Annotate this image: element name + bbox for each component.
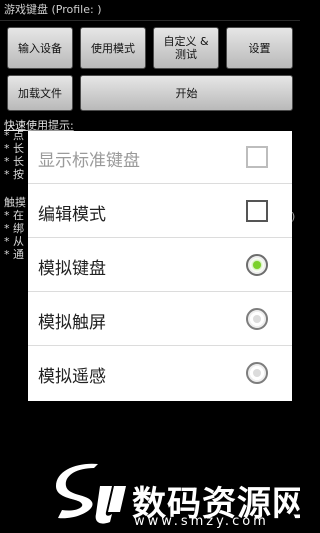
hint-line: * 点 bbox=[4, 129, 24, 142]
use-mode-button[interactable]: 使用模式 bbox=[80, 27, 146, 69]
title-bar: 游戏键盘 (Profile: ) bbox=[0, 0, 300, 21]
hint-line: * 绑 bbox=[4, 222, 24, 235]
option-simulate-keyboard[interactable]: 模拟键盘 bbox=[28, 239, 292, 292]
option-simulate-touch[interactable]: 模拟触屏 bbox=[28, 293, 292, 346]
option-show-standard-keyboard[interactable]: 显示标准键盘 bbox=[28, 131, 292, 184]
simulate-touch-radio[interactable] bbox=[246, 308, 268, 330]
option-label: 编辑模式 bbox=[38, 205, 106, 225]
radio-dot bbox=[253, 315, 261, 323]
watermark-logo-icon bbox=[56, 463, 126, 524]
edit-mode-checkbox[interactable] bbox=[246, 200, 268, 222]
screen: 游戏键盘 (Profile: ) 输入设备 使用模式 自定义 & 测试 设置 加… bbox=[0, 0, 300, 533]
option-simulate-joystick[interactable]: 模拟遥感 bbox=[28, 347, 292, 400]
option-label: 模拟触屏 bbox=[38, 313, 106, 333]
hint-line: * 按 bbox=[4, 168, 24, 181]
custom-test-button[interactable]: 自定义 & 测试 bbox=[153, 27, 219, 69]
load-file-button[interactable]: 加载文件 bbox=[7, 75, 73, 111]
simulate-keyboard-radio[interactable] bbox=[246, 254, 268, 276]
start-button[interactable]: 开始 bbox=[80, 75, 293, 111]
hint-line: * 在 bbox=[4, 209, 24, 222]
hint-line: * 长 bbox=[4, 142, 24, 155]
option-label: 显示标准键盘 bbox=[38, 151, 140, 171]
radio-dot bbox=[253, 369, 261, 377]
option-label: 模拟键盘 bbox=[38, 259, 106, 279]
option-edit-mode[interactable]: 编辑模式 bbox=[28, 185, 292, 238]
show-keyboard-checkbox[interactable] bbox=[246, 146, 268, 168]
settings-button[interactable]: 设置 bbox=[226, 27, 293, 69]
mode-dialog: 显示标准键盘 编辑模式 模拟键盘 模拟触屏 模拟遥感 bbox=[28, 131, 292, 401]
radio-dot bbox=[253, 261, 261, 269]
custom-test-label: 自定义 & 测试 bbox=[163, 35, 209, 61]
watermark-url: www.smzy.com bbox=[134, 514, 269, 529]
hint-line: * 从 bbox=[4, 235, 24, 248]
hint-line: * 通 bbox=[4, 248, 24, 261]
option-label: 模拟遥感 bbox=[38, 367, 106, 387]
input-device-button[interactable]: 输入设备 bbox=[7, 27, 73, 69]
simulate-joystick-radio[interactable] bbox=[246, 362, 268, 384]
watermark: 数码资源网 www.smzy.com bbox=[54, 462, 300, 529]
hint-line: 触摸 bbox=[4, 196, 26, 209]
app-title: 游戏键盘 (Profile: ) bbox=[4, 3, 102, 16]
hint-line: * 长 bbox=[4, 155, 24, 168]
